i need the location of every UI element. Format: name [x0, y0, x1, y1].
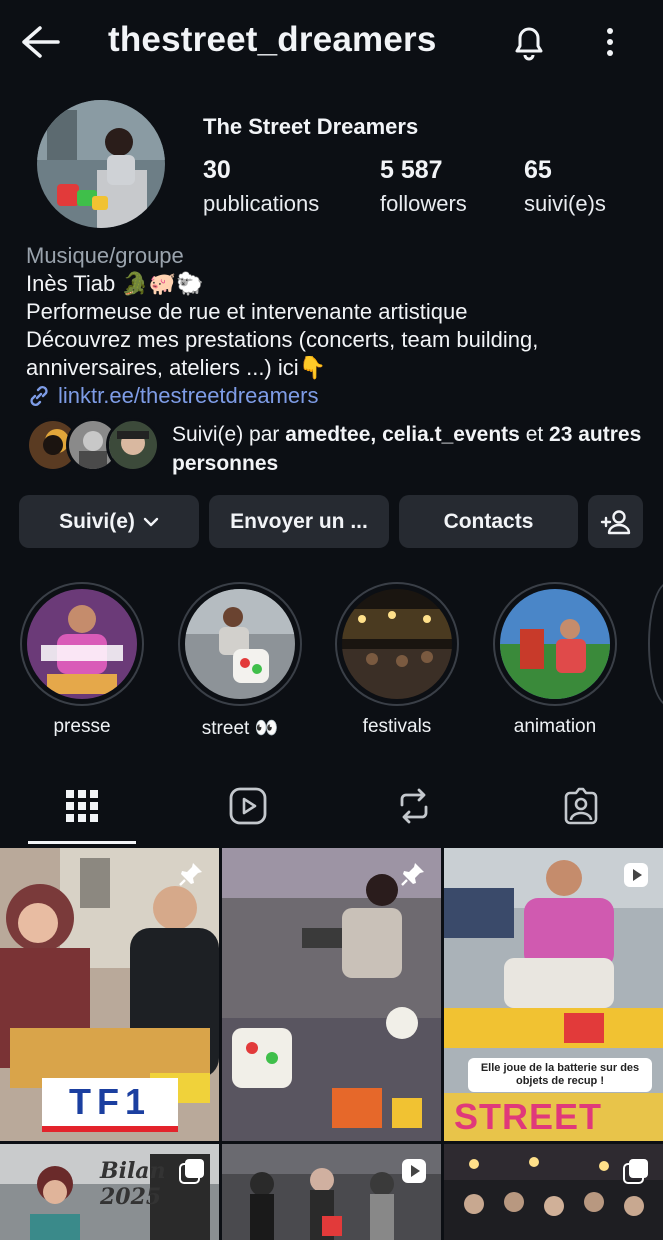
contacts-button[interactable]: Contacts	[399, 495, 578, 548]
highlight-ring	[20, 582, 144, 706]
highlight-label: festivals	[362, 716, 432, 737]
highlight-cover	[342, 589, 452, 699]
highlight-cover	[185, 589, 295, 699]
reels-icon	[229, 787, 267, 825]
bio-line-1: Performeuse de rue et intervenante artis…	[26, 299, 468, 324]
followers-count-stat[interactable]: 5 587 followers	[380, 156, 467, 217]
highlight-cover	[500, 589, 610, 699]
highlight-ring	[493, 582, 617, 706]
grid-post-6[interactable]	[444, 1144, 663, 1240]
highlight-label: animation	[513, 716, 597, 737]
highlight-cover	[27, 589, 137, 699]
suggest-people-button[interactable]	[588, 495, 643, 548]
followed-by-and: et	[519, 423, 550, 446]
highlight-partial[interactable]	[648, 582, 663, 706]
reel-play-icon	[623, 862, 649, 888]
followed-by-prefix: Suivi(e) par	[172, 423, 286, 446]
mutual-followers-avatars[interactable]	[26, 418, 166, 472]
profile-category: Musique/groupe	[26, 243, 184, 268]
message-button[interactable]: Envoyer un ...	[209, 495, 389, 548]
add-person-icon	[600, 508, 632, 536]
bio-link-text: linktr.ee/thestreetdreamers	[58, 383, 319, 408]
following-button[interactable]: Suivi(e)	[19, 495, 199, 548]
posts-count: 30	[203, 156, 231, 184]
active-tab-indicator	[28, 841, 136, 844]
pin-icon	[399, 860, 427, 888]
highlight-animation[interactable]: animation	[490, 582, 620, 738]
highlight-festivals[interactable]: festivals	[332, 582, 462, 738]
posts-count-stat[interactable]: 30 publications	[203, 156, 319, 217]
mutual-avatar	[106, 418, 160, 472]
mutual-user-2: celia.t_events	[382, 423, 520, 446]
highlight-label: presse	[53, 716, 111, 737]
contacts-button-label: Contacts	[443, 509, 534, 533]
more-options-icon[interactable]	[596, 22, 624, 62]
bio-line-2: Découvrez mes prestations (concerts, tea…	[26, 327, 539, 352]
following-count-stat[interactable]: 65 suivi(e)s	[524, 156, 606, 217]
bio-link[interactable]: linktr.ee/thestreetdreamers	[26, 382, 646, 410]
bio-line-3: anniversaires, ateliers ...) ici👇	[26, 355, 327, 380]
posts-label: publications	[203, 191, 320, 216]
followers-count: 5 587	[380, 156, 443, 184]
following-label: suivi(e)s	[524, 191, 606, 216]
following-count: 65	[524, 156, 552, 184]
highlight-street[interactable]: street 👀	[175, 582, 305, 740]
bio-name-line: Inès Tiab 🐊🐖🐑	[26, 271, 204, 296]
profile-avatar[interactable]	[37, 100, 165, 228]
profile-bio: Musique/groupe Inès Tiab 🐊🐖🐑 Performeuse…	[26, 242, 646, 410]
highlight-ring	[178, 582, 302, 706]
carousel-icon	[179, 1158, 205, 1184]
highlight-presse[interactable]: presse	[17, 582, 147, 738]
street-sign: STREET	[454, 1096, 603, 1137]
grid-icon	[65, 789, 99, 823]
repost-icon	[396, 787, 432, 825]
top-bar: thestreet_dreamers	[0, 0, 663, 86]
grid-post-3[interactable]: Elle joue de la batterie sur des objets …	[444, 848, 663, 1141]
mutual-user-1: amedtee	[285, 423, 371, 446]
mutual-separator: ,	[370, 423, 383, 446]
grid-post-1[interactable]: TF1	[0, 848, 219, 1141]
message-button-label: Envoyer un ...	[230, 509, 368, 533]
post-caption-overlay: Elle joue de la batterie sur des objets …	[468, 1058, 652, 1092]
tab-posts-grid[interactable]	[27, 778, 137, 834]
tf1-logo: TF1	[42, 1078, 178, 1132]
grid-post-5[interactable]	[222, 1144, 441, 1240]
highlight-label: street 👀	[201, 718, 279, 739]
profile-username: thestreet_dreamers	[108, 20, 437, 59]
carousel-icon	[623, 1158, 649, 1184]
tab-tagged[interactable]	[526, 778, 636, 834]
followers-label: followers	[380, 191, 467, 216]
back-arrow-icon[interactable]	[18, 22, 62, 62]
grid-post-2[interactable]	[222, 848, 441, 1141]
link-icon	[26, 383, 52, 409]
profile-display-name: The Street Dreamers	[203, 114, 419, 139]
grid-post-4[interactable]: Bilan 2025	[0, 1144, 219, 1240]
reel-play-icon	[401, 1158, 427, 1184]
tab-reposts[interactable]	[359, 778, 469, 834]
chevron-down-icon	[143, 516, 159, 528]
tagged-person-icon	[562, 787, 600, 825]
pin-icon	[177, 860, 205, 888]
followed-by-text[interactable]: Suivi(e) par amedtee, celia.t_events et …	[172, 420, 642, 478]
highlight-ring	[335, 582, 459, 706]
following-button-label: Suivi(e)	[59, 509, 135, 533]
tab-reels[interactable]	[193, 778, 303, 834]
bell-icon[interactable]	[507, 20, 551, 64]
